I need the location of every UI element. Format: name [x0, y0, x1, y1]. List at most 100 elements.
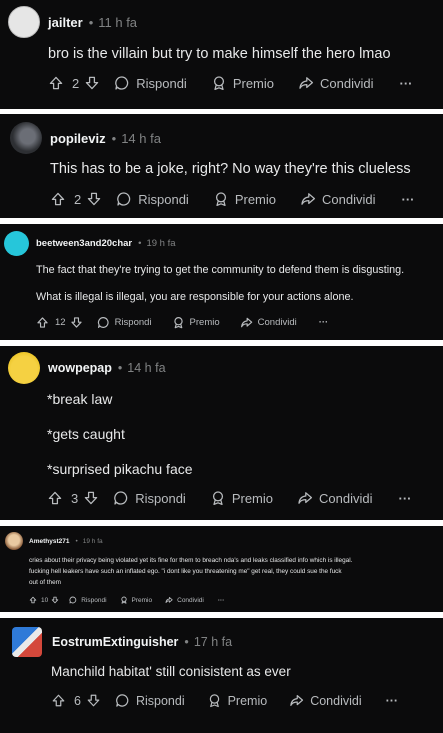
reply-button[interactable]: Rispondi: [69, 596, 107, 604]
comment-text: bro is the villain but try to make himse…: [48, 46, 391, 62]
reply-button[interactable]: Rispondi: [115, 693, 185, 708]
avatar[interactable]: [4, 231, 29, 256]
reply-label: Rispondi: [135, 693, 185, 708]
reply-button[interactable]: Rispondi: [97, 316, 152, 329]
award-label: Premio: [231, 490, 274, 506]
comment-text: *break law: [47, 391, 113, 407]
username[interactable]: popileviz: [50, 131, 106, 146]
award-label: Premio: [227, 693, 268, 708]
username[interactable]: Amethyst271: [29, 538, 69, 545]
vote-count: 12: [55, 317, 66, 328]
timestamp: 14 h fa: [121, 130, 161, 146]
share-label: Condividi: [319, 490, 373, 506]
avatar[interactable]: [8, 352, 40, 384]
award-button[interactable]: Premio: [207, 693, 268, 708]
avatar[interactable]: [12, 627, 42, 657]
award-button[interactable]: Premio: [210, 490, 273, 506]
vote-count: 3: [71, 490, 79, 506]
comment-actions: 3 Rispondi Premio Condividi ···: [47, 490, 412, 506]
avatar[interactable]: [5, 532, 23, 550]
username[interactable]: beetween3and20char: [36, 238, 132, 249]
comment-text: The fact that they're trying to get the …: [36, 264, 405, 276]
share-button[interactable]: Condividi: [165, 596, 204, 604]
reply-button[interactable]: Rispondi: [114, 75, 187, 91]
arrow-up-icon[interactable]: [48, 75, 64, 91]
award-label: Premio: [131, 596, 153, 604]
more-options-button[interactable]: ···: [218, 597, 225, 604]
arrow-up-icon[interactable]: [29, 596, 37, 604]
share-button[interactable]: Condividi: [289, 693, 362, 708]
more-options-button[interactable]: ···: [400, 76, 413, 91]
timestamp: 11 h fa: [98, 14, 138, 30]
arrow-down-icon[interactable]: [86, 191, 102, 207]
comment-actions: 6 Rispondi Premio Condividi ···: [51, 693, 398, 708]
award-button[interactable]: Premio: [120, 596, 153, 604]
share-label: Condividi: [322, 191, 376, 207]
username[interactable]: wowpepap: [48, 361, 112, 375]
award-button[interactable]: Premio: [213, 191, 276, 207]
reply-button[interactable]: Rispondi: [116, 191, 189, 207]
arrow-up-icon[interactable]: [47, 490, 63, 506]
username[interactable]: jailter: [48, 15, 83, 30]
arrow-down-icon[interactable]: [70, 316, 83, 329]
reply-label: Rispondi: [114, 317, 152, 328]
share-label: Condividi: [177, 596, 204, 604]
separator-dot: •: [138, 238, 142, 249]
vote-group: 10: [29, 596, 59, 604]
timestamp: 17 h fa: [193, 635, 233, 649]
arrow-down-icon[interactable]: [51, 596, 59, 604]
comment-card: popileviz • 14 h fa This has to be a jok…: [0, 114, 443, 218]
arrow-down-icon[interactable]: [84, 75, 100, 91]
award-icon: [173, 317, 183, 329]
share-button[interactable]: Condividi: [297, 490, 373, 506]
comment-card: Amethyst271 • 19 h fa cries about their …: [0, 526, 443, 612]
vote-count: 2: [74, 191, 82, 207]
reply-label: Rispondi: [138, 191, 189, 207]
timestamp: 19 h fa: [146, 238, 176, 249]
comment-text: Manchild habitat' still conisistent as e…: [51, 664, 291, 679]
arrow-down-icon[interactable]: [86, 693, 101, 708]
comment-text: What is illegal is illegal, you are resp…: [36, 291, 354, 303]
comment-card: wowpepap • 14 h fa *break law *gets caug…: [0, 346, 443, 520]
arrow-up-icon[interactable]: [36, 316, 49, 329]
more-options-button[interactable]: ···: [386, 694, 399, 708]
username[interactable]: EostrumExtinguisher: [52, 635, 178, 649]
award-button[interactable]: Premio: [172, 316, 220, 329]
more-options-button[interactable]: ···: [399, 491, 412, 506]
arrow-up-icon[interactable]: [51, 693, 66, 708]
award-icon: [213, 76, 224, 91]
vote-group: 3: [47, 490, 99, 506]
arrow-up-icon[interactable]: [50, 191, 66, 207]
more-options-button[interactable]: ···: [319, 317, 329, 328]
comment-header: Amethyst271 • 19 h fa: [5, 532, 103, 550]
comment-text: *gets caught: [47, 426, 125, 442]
more-options-button[interactable]: ···: [402, 192, 415, 207]
award-icon: [212, 491, 223, 506]
share-arrow-icon: [298, 492, 313, 504]
arrow-down-icon[interactable]: [83, 490, 99, 506]
award-icon: [209, 694, 219, 708]
reply-button[interactable]: Rispondi: [113, 490, 186, 506]
vote-group: 6: [51, 693, 101, 708]
award-button[interactable]: Premio: [211, 75, 274, 91]
reply-label: Rispondi: [136, 75, 187, 91]
timestamp: 19 h fa: [82, 537, 103, 545]
comment-text: out of them: [29, 579, 61, 586]
separator-dot: •: [117, 361, 123, 375]
comment-card: jailter • 11 h fa bro is the villain but…: [0, 0, 443, 109]
share-button[interactable]: Condividi: [300, 191, 376, 207]
avatar[interactable]: [10, 122, 42, 154]
comment-bubble-icon: [116, 694, 129, 707]
award-icon: [215, 192, 226, 207]
vote-count: 10: [41, 596, 49, 604]
comment-header: beetween3and20char • 19 h fa: [4, 231, 176, 256]
share-button[interactable]: Condividi: [240, 316, 297, 329]
comment-header: jailter • 11 h fa: [8, 6, 137, 38]
share-arrow-icon: [240, 317, 252, 328]
award-icon: [120, 596, 127, 604]
award-label: Premio: [234, 191, 277, 207]
separator-dot: •: [75, 537, 78, 545]
avatar[interactable]: [8, 6, 40, 38]
share-button[interactable]: Condividi: [298, 75, 374, 91]
share-arrow-icon: [165, 596, 173, 604]
